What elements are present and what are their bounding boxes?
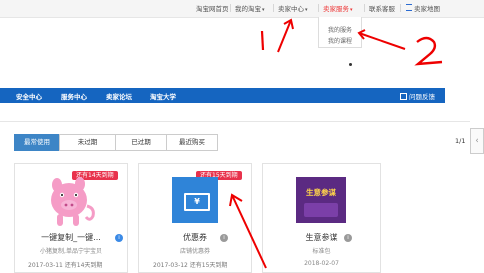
annotation-arrow-two xyxy=(358,32,406,50)
annotation-one-stroke xyxy=(260,30,265,51)
annotation-layer xyxy=(229,18,443,269)
annotation-two-stroke xyxy=(414,36,443,66)
annotation-arrow-three xyxy=(231,194,267,269)
